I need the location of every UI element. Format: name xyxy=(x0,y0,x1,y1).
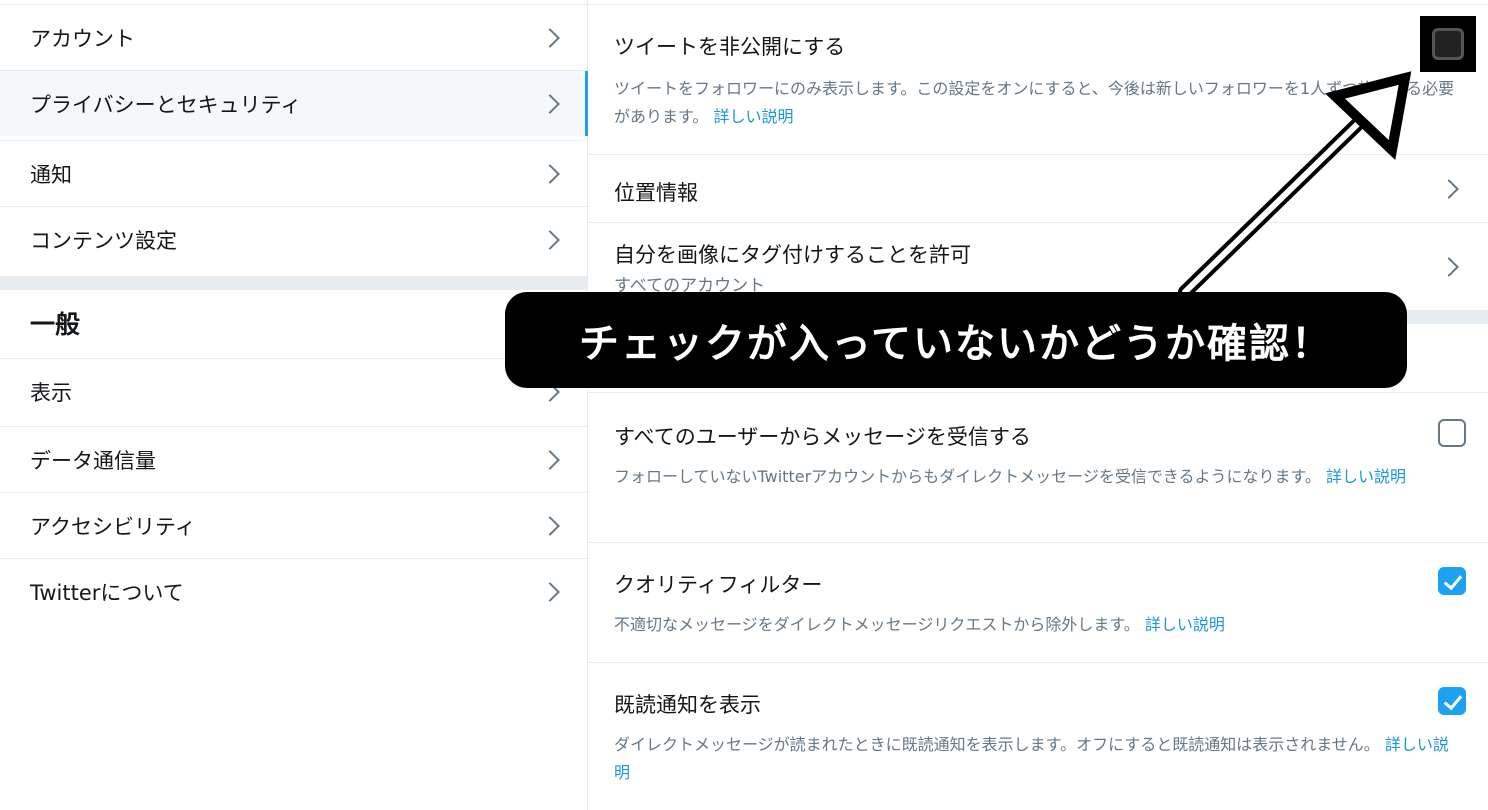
learn-more-link[interactable]: 詳しい説明 xyxy=(1326,467,1406,486)
chevron-right-icon xyxy=(540,27,560,48)
highlighted-checkbox-icon xyxy=(1432,28,1464,60)
chevron-right-icon xyxy=(1439,178,1459,199)
setting-protect-tweets: ツイートを非公開にする ツイートをフォロワーにのみ表示します。この設定をオンにす… xyxy=(588,4,1488,154)
sidebar-item-label: アクセシビリティ xyxy=(30,514,196,539)
chevron-right-icon xyxy=(1439,256,1459,277)
chevron-right-icon xyxy=(540,515,560,536)
setting-title: 既読通知を表示 xyxy=(614,693,761,717)
setting-title: すべてのユーザーからメッセージを受信する xyxy=(614,425,1031,449)
sidebar-item-data-usage[interactable]: データ通信量 xyxy=(0,426,587,492)
learn-more-link[interactable]: 詳しい説明 xyxy=(1145,615,1225,634)
sidebar-item-label: データ通信量 xyxy=(30,448,156,473)
sidebar-item-label: プライバシーとセキュリティ xyxy=(30,92,302,117)
description-text: ダイレクトメッセージが読まれたときに既読通知を表示します。オフにすると既読通知は… xyxy=(614,735,1380,754)
sidebar-item-privacy[interactable]: プライバシーとセキュリティ xyxy=(0,70,588,136)
section-divider xyxy=(0,276,587,290)
chevron-right-icon xyxy=(540,163,560,184)
chevron-right-icon xyxy=(540,93,560,114)
description-text: 不適切なメッセージをダイレクトメッセージリクエストから除外します。 xyxy=(614,615,1140,634)
setting-title: ツイートを非公開にする xyxy=(614,35,846,59)
highlight-box xyxy=(1420,16,1476,72)
sidebar-item-accessibility[interactable]: アクセシビリティ xyxy=(0,492,587,558)
sidebar-item-account[interactable]: アカウント xyxy=(0,4,587,70)
setting-title: 位置情報 xyxy=(614,181,698,205)
setting-dm-all: すべてのユーザーからメッセージを受信する フォローしていないTwitterアカウ… xyxy=(588,392,1488,542)
sidebar-item-content-preferences[interactable]: コンテンツ設定 xyxy=(0,206,587,272)
sidebar-item-label: アカウント xyxy=(30,26,135,51)
setting-quality-filter: クオリティフィルター 不適切なメッセージをダイレクトメッセージリクエストから除外… xyxy=(588,542,1488,662)
dm-all-checkbox[interactable] xyxy=(1438,419,1466,447)
sidebar-item-label: 通知 xyxy=(30,162,72,187)
chevron-right-icon xyxy=(540,229,560,250)
sidebar-item-label: Twitterについて xyxy=(30,580,184,605)
setting-description: ツイートをフォロワーにのみ表示します。この設定をオンにすると、今後は新しいフォロ… xyxy=(614,75,1460,131)
sidebar-item-label: 表示 xyxy=(30,380,72,405)
section-title-general: 一般 xyxy=(30,310,81,339)
setting-title: クオリティフィルター xyxy=(614,573,823,597)
description-text: フォローしていないTwitterアカウントからもダイレクトメッセージを受信できる… xyxy=(614,467,1321,486)
sidebar-item-notifications[interactable]: 通知 xyxy=(0,140,587,206)
sidebar-item-about-twitter[interactable]: Twitterについて xyxy=(0,558,587,624)
chevron-right-icon xyxy=(540,581,560,602)
setting-description: 不適切なメッセージをダイレクトメッセージリクエストから除外します。 詳しい説明 xyxy=(614,611,1460,639)
annotation-banner: チェックが入っていないかどうか確認！ xyxy=(505,292,1407,388)
learn-more-link[interactable]: 詳しい説明 xyxy=(714,107,794,126)
sidebar-item-label: コンテンツ設定 xyxy=(30,228,177,253)
setting-read-receipts: 既読通知を表示 ダイレクトメッセージが読まれたときに既読通知を表示します。オフに… xyxy=(588,662,1488,810)
sidebar-item-display[interactable]: 表示 xyxy=(0,358,587,424)
setting-description: フォローしていないTwitterアカウントからもダイレクトメッセージを受信できる… xyxy=(614,463,1460,491)
quality-filter-checkbox[interactable] xyxy=(1438,567,1466,595)
setting-title: 自分を画像にタグ付けすることを許可 xyxy=(614,243,971,267)
setting-description: ダイレクトメッセージが読まれたときに既読通知を表示します。オフにすると既読通知は… xyxy=(614,731,1460,787)
settings-sidebar: アカウント プライバシーとセキュリティ 通知 コンテンツ設定 一般 表示 データ… xyxy=(0,0,588,810)
read-receipts-checkbox[interactable] xyxy=(1438,687,1466,715)
setting-location[interactable]: 位置情報 xyxy=(588,154,1488,222)
settings-main: ツイートを非公開にする ツイートをフォロワーにのみ表示します。この設定をオンにす… xyxy=(588,0,1488,810)
chevron-right-icon xyxy=(540,449,560,470)
